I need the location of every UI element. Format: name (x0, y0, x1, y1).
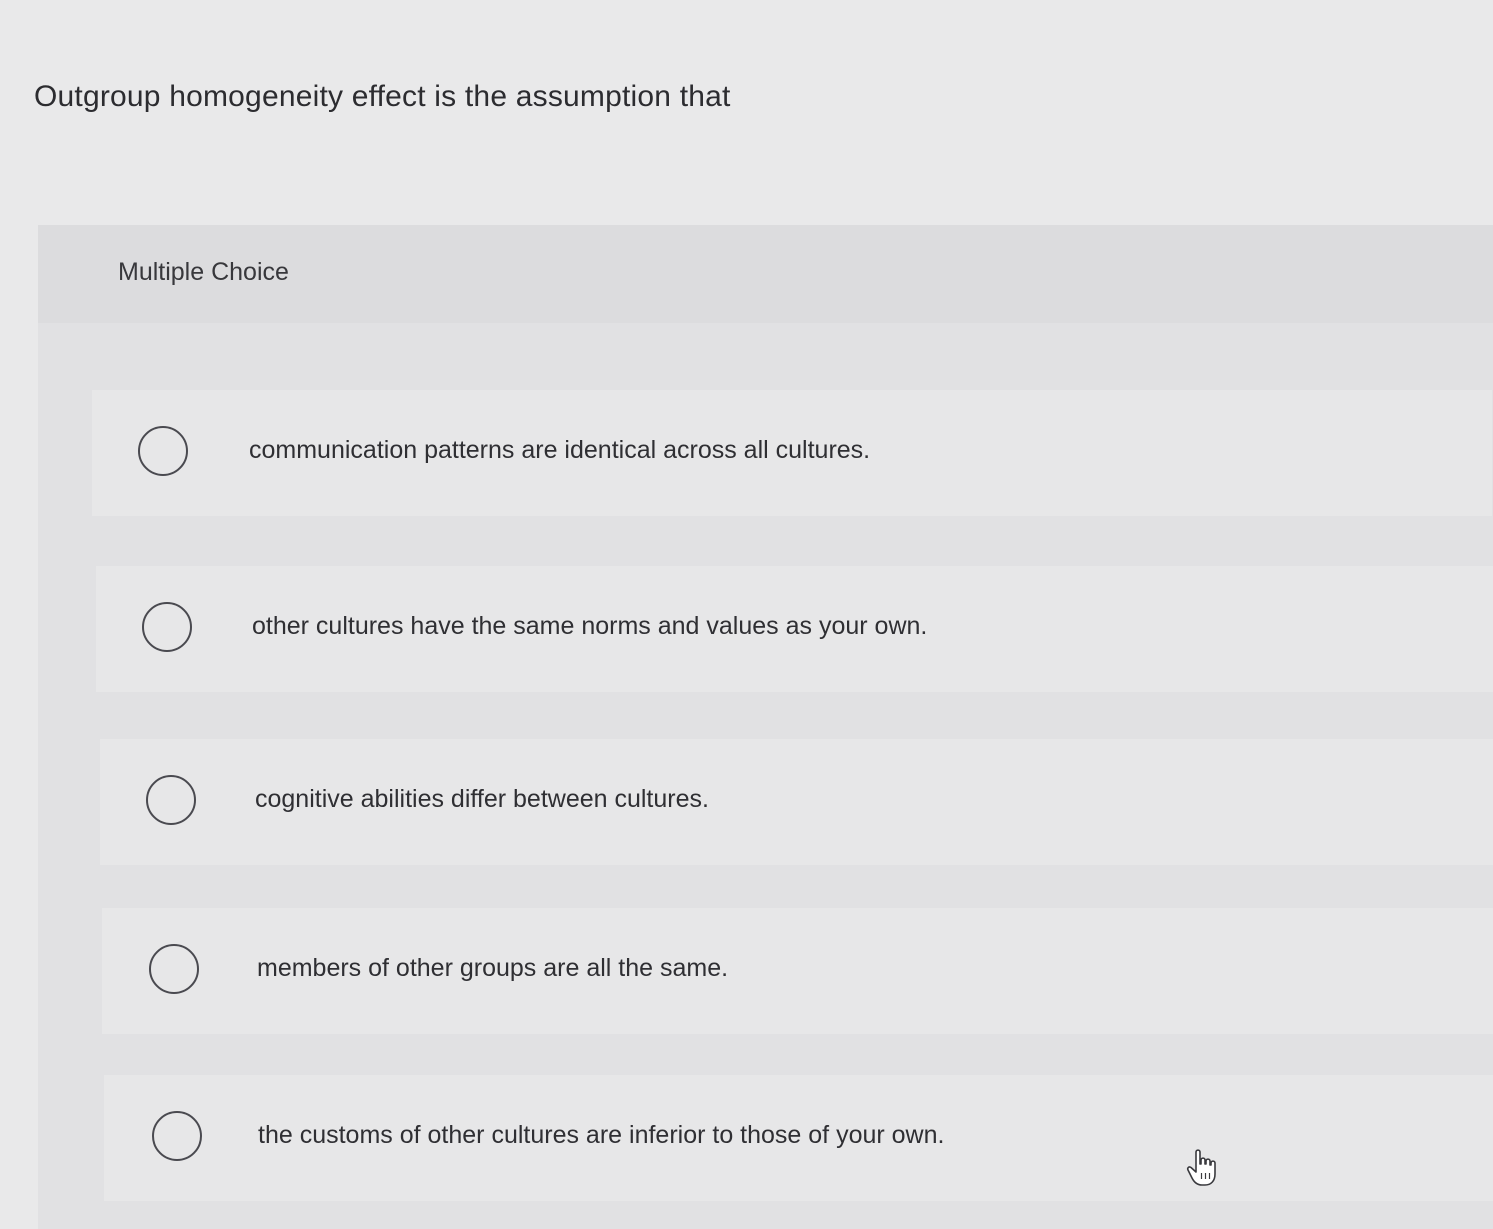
hand-pointer-icon (1186, 1149, 1216, 1186)
answer-option-2[interactable]: other cultures have the same norms and v… (96, 566, 1493, 692)
answer-option-1[interactable]: communication patterns are identical acr… (92, 390, 1492, 516)
answer-option-text: cognitive abilities differ between cultu… (255, 785, 709, 813)
radio-button-icon[interactable] (146, 775, 196, 825)
radio-button-icon[interactable] (149, 944, 199, 994)
answer-option-text: communication patterns are identical acr… (249, 436, 871, 464)
radio-button-icon[interactable] (142, 602, 192, 652)
multiple-choice-header: Multiple Choice (38, 225, 1493, 323)
answer-option-text: members of other groups are all the same… (257, 954, 729, 982)
multiple-choice-panel: Multiple Choice communication patterns a… (38, 225, 1493, 1229)
answer-option-text: other cultures have the same norms and v… (252, 612, 928, 640)
answer-option-3[interactable]: cognitive abilities differ between cultu… (100, 739, 1493, 865)
answer-option-text: the customs of other cultures are inferi… (258, 1121, 945, 1149)
multiple-choice-label: Multiple Choice (118, 258, 289, 286)
question-prompt: Outgroup homogeneity effect is the assum… (34, 80, 731, 113)
radio-button-icon[interactable] (138, 426, 188, 476)
radio-button-icon[interactable] (152, 1111, 202, 1161)
answer-option-4[interactable]: members of other groups are all the same… (102, 908, 1493, 1034)
answer-option-5[interactable]: the customs of other cultures are inferi… (104, 1075, 1493, 1201)
